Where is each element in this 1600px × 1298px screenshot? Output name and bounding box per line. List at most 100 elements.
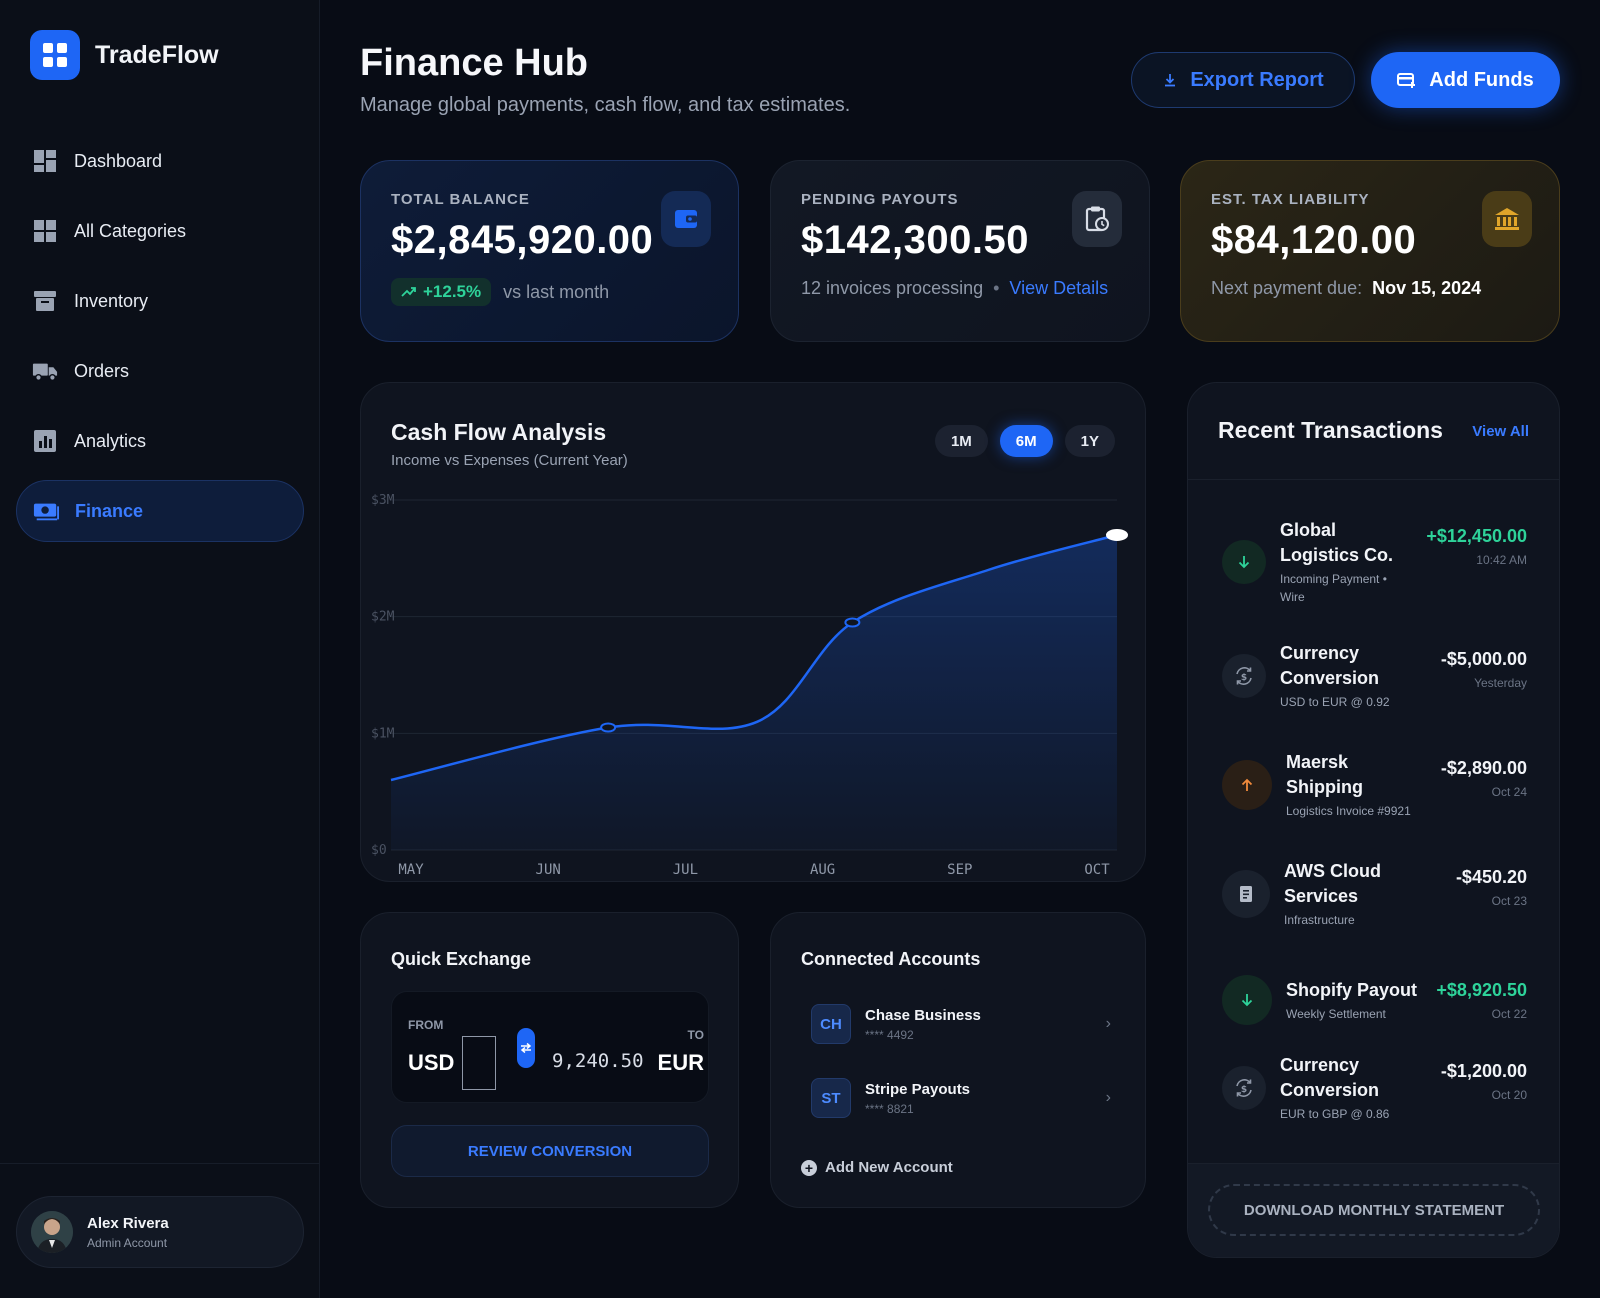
- sidebar-item-finance[interactable]: Finance: [16, 480, 304, 542]
- quick-exchange-card: Quick Exchange FROM TO USD 9,240.50 EUR …: [360, 912, 739, 1208]
- sidebar-item-orders[interactable]: Orders: [16, 340, 304, 402]
- chevron-right-icon: ›: [1105, 1015, 1111, 1032]
- transaction-amount: -$2,890.00: [1440, 757, 1527, 778]
- add-funds-label: Add Funds: [1429, 68, 1534, 91]
- user-role: Admin Account: [87, 1235, 168, 1250]
- download-statement-button[interactable]: DOWNLOAD MONTHLY STATEMENT: [1208, 1184, 1540, 1236]
- archive-box-icon: [32, 289, 58, 313]
- from-label: FROM: [408, 1018, 444, 1032]
- transaction-name: Global Logistics Co.: [1280, 520, 1394, 565]
- transaction-meta: USD to EUR @ 0.92: [1280, 695, 1390, 709]
- logo-grid-icon: [30, 30, 80, 80]
- transaction-time: Yesterday: [1474, 675, 1527, 690]
- connected-accounts-title: Connected Accounts: [801, 949, 981, 969]
- card-add-icon: [1397, 71, 1417, 89]
- page-subtitle: Manage global payments, cash flow, and t…: [360, 94, 851, 116]
- account-name: Stripe Payouts: [865, 1080, 971, 1098]
- currency-exchange-icon: $: [1222, 654, 1266, 698]
- sidebar-item-label: Inventory: [74, 290, 149, 311]
- view-all-link[interactable]: View All: [1472, 423, 1529, 440]
- tax-due-note: Next payment due:: [1211, 278, 1363, 298]
- separator-dot: •: [993, 278, 1000, 298]
- cash-flow-card: Cash Flow Analysis Income vs Expenses (C…: [360, 382, 1146, 882]
- arrow-down-icon: [1222, 540, 1266, 584]
- account-name: Chase Business: [865, 1006, 981, 1024]
- truck-icon: [32, 359, 58, 383]
- export-report-button[interactable]: Export Report: [1131, 52, 1355, 108]
- x-tick-label: OCT: [1084, 862, 1110, 878]
- quick-exchange-title: Quick Exchange: [391, 949, 532, 969]
- account-number: **** 8821: [865, 1101, 914, 1116]
- amount-input[interactable]: [462, 1036, 496, 1090]
- transaction-meta: Logistics Invoice #9921: [1286, 804, 1411, 818]
- transaction-name: Currency Conversion: [1280, 1055, 1380, 1100]
- transaction-row[interactable]: $ Currency Conversion EUR to GBP @ 0.86 …: [1222, 1053, 1527, 1123]
- recent-transactions-card: Recent Transactions View All Global Logi…: [1187, 382, 1560, 1258]
- app-name: TradeFlow: [95, 40, 219, 69]
- transaction-row[interactable]: $ Currency Conversion USD to EUR @ 0.92 …: [1222, 641, 1527, 711]
- transaction-row[interactable]: AWS Cloud Services Infrastructure -$450.…: [1222, 859, 1527, 929]
- payouts-note: 12 invoices processing: [801, 278, 984, 298]
- sidebar-item-label: Analytics: [74, 430, 147, 451]
- transaction-time: Oct 24: [1491, 784, 1527, 799]
- transactions-footer: DOWNLOAD MONTHLY STATEMENT: [1188, 1163, 1559, 1257]
- exchange-panel: FROM TO USD 9,240.50 EUR: [391, 991, 709, 1103]
- add-funds-button[interactable]: Add Funds: [1371, 52, 1560, 108]
- tax-due-date: Nov 15, 2024: [1372, 278, 1482, 298]
- transaction-amount: +$8,920.50: [1436, 979, 1527, 1000]
- wallet-icon: [661, 191, 711, 247]
- user-profile-card[interactable]: Alex Rivera Admin Account: [16, 1196, 304, 1268]
- sidebar-item-all-categories[interactable]: All Categories: [16, 200, 304, 262]
- transaction-row[interactable]: Shopify Payout Weekly Settlement +$8,920…: [1222, 975, 1527, 1025]
- transaction-row[interactable]: Maersk Shipping Logistics Invoice #9921 …: [1222, 750, 1527, 820]
- y-tick-label: $3M: [371, 493, 395, 508]
- sidebar-item-dashboard[interactable]: Dashboard: [16, 130, 304, 192]
- account-row[interactable]: CH Chase Business **** 4492 ›: [811, 1003, 1111, 1045]
- add-new-account-button[interactable]: + Add New Account: [801, 1159, 953, 1176]
- receipt-icon: [1222, 870, 1270, 918]
- transaction-name: Maersk Shipping: [1286, 752, 1363, 797]
- sidebar-nav: Dashboard All Categories Inventory Order…: [16, 130, 304, 550]
- account-badge: CH: [811, 1004, 851, 1044]
- y-tick-label: $2M: [371, 610, 395, 625]
- transaction-time: Oct 22: [1491, 1006, 1527, 1021]
- sidebar-item-label: Finance: [75, 500, 144, 521]
- x-tick-label: JUN: [536, 862, 561, 878]
- account-row[interactable]: ST Stripe Payouts **** 8821 ›: [811, 1077, 1111, 1119]
- clipboard-clock-icon: [1072, 191, 1122, 247]
- money-icon: [33, 499, 59, 523]
- transaction-name: Shopify Payout: [1286, 979, 1418, 1000]
- transaction-row[interactable]: Global Logistics Co. Incoming Payment • …: [1222, 518, 1527, 606]
- arrow-down-icon: [1222, 975, 1272, 1025]
- transaction-time: Oct 23: [1491, 893, 1527, 908]
- review-conversion-button[interactable]: REVIEW CONVERSION: [391, 1125, 709, 1177]
- series-area: [391, 535, 1117, 850]
- add-account-label: Add New Account: [825, 1159, 953, 1176]
- transactions-title: Recent Transactions: [1218, 417, 1443, 443]
- transaction-time: Oct 20: [1491, 1087, 1527, 1102]
- x-tick-label: SEP: [947, 862, 972, 878]
- view-details-link[interactable]: View Details: [1009, 278, 1108, 299]
- swap-currency-button[interactable]: [517, 1028, 535, 1068]
- account-number: **** 4492: [865, 1027, 914, 1042]
- sidebar-item-inventory[interactable]: Inventory: [16, 270, 304, 332]
- to-currency[interactable]: EUR: [658, 1050, 704, 1076]
- sidebar-item-analytics[interactable]: Analytics: [16, 410, 304, 472]
- balance-change-badge: +12.5%: [391, 278, 492, 306]
- plus-circle-icon: +: [801, 1159, 817, 1176]
- sidebar-item-label: All Categories: [74, 220, 187, 241]
- data-point: [844, 617, 861, 628]
- to-label: TO: [687, 1028, 704, 1042]
- app-logo[interactable]: TradeFlow: [30, 30, 219, 80]
- transaction-time: 10:42 AM: [1476, 552, 1527, 567]
- connected-accounts-card: Connected Accounts CH Chase Business ***…: [770, 912, 1146, 1208]
- svg-text:$: $: [1241, 673, 1247, 683]
- transaction-amount: -$1,200.00: [1440, 1060, 1527, 1081]
- x-tick-label: JUL: [673, 862, 698, 878]
- download-icon: [1162, 72, 1178, 88]
- transaction-name: AWS Cloud Services: [1284, 861, 1381, 906]
- cash-flow-chart: $0 $1M $2M $3M MAY JUN JUL AUG SEP OCT: [371, 493, 1128, 878]
- pending-payouts-card: PENDING PAYOUTS $142,300.50 12 invoices …: [770, 160, 1150, 342]
- from-currency[interactable]: USD: [408, 1050, 454, 1076]
- sidebar-divider: [0, 1163, 320, 1164]
